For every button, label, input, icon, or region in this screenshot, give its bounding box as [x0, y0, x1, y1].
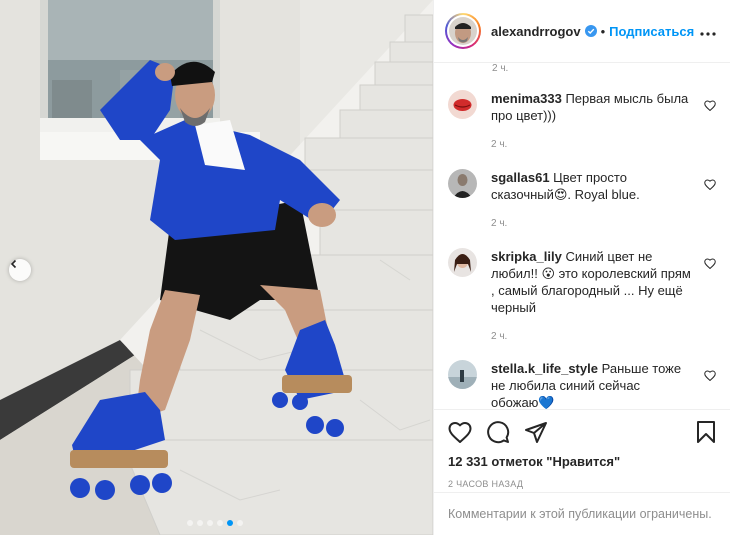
avatar[interactable] — [449, 17, 477, 45]
like-button[interactable] — [448, 421, 472, 443]
carousel-dot — [197, 520, 203, 526]
carousel-dot — [217, 520, 223, 526]
carousel-dot-active — [227, 520, 233, 526]
comment-avatar[interactable] — [448, 169, 477, 198]
comment-time: 2 ч. — [491, 218, 508, 229]
likes-count[interactable]: 12 331 отметок "Нравится" — [434, 454, 730, 469]
comment-username[interactable]: sgallas61 — [491, 170, 550, 185]
action-buttons — [434, 410, 730, 454]
comment-like-button[interactable] — [704, 178, 716, 193]
comment-time: 2 ч. — [491, 331, 508, 342]
carousel-dot — [207, 520, 213, 526]
comment-item: skripka_lily Синий цвет не любил!! 😮 это… — [448, 248, 716, 342]
story-ring[interactable] — [445, 13, 481, 49]
save-button[interactable] — [696, 420, 716, 444]
carousel-dot — [187, 520, 193, 526]
comment-like-button[interactable] — [704, 369, 716, 384]
comments-list[interactable]: 2 ч. menima333 Первая мысль была про цве… — [434, 63, 730, 409]
post-header: alexandrrogov • Подписаться — [434, 0, 730, 63]
instagram-post-modal: alexandrrogov • Подписаться 2 ч. menima3… — [0, 0, 730, 535]
comment-item: menima333 Первая мысль была про цвет))) … — [448, 90, 716, 150]
comment-like-button[interactable] — [704, 257, 716, 272]
comment-button[interactable] — [486, 420, 510, 444]
comments-limited-notice: Комментарии к этой публикации ограничены… — [434, 492, 730, 535]
comment-username[interactable]: skripka_lily — [491, 249, 562, 264]
photo-illustration — [0, 0, 433, 535]
comment-item: sgallas61 Цвет просто сказочный😍. Royal … — [448, 169, 716, 229]
post-timestamp: 2 часов назад — [448, 479, 524, 489]
heart-icon — [448, 421, 472, 443]
verified-badge-icon — [584, 25, 597, 37]
comment-avatar[interactable] — [448, 90, 477, 119]
comment-avatar[interactable] — [448, 248, 477, 277]
post-photo[interactable] — [0, 0, 433, 535]
comment-time: 2 ч. — [492, 63, 509, 74]
comment-username[interactable]: menima333 — [491, 91, 562, 106]
more-horizontal-icon — [700, 31, 716, 36]
follow-button[interactable]: Подписаться — [609, 24, 694, 39]
heart-icon — [704, 258, 716, 270]
more-options-button[interactable] — [700, 24, 716, 39]
comment-like-button[interactable] — [704, 99, 716, 114]
post-actions-section: 12 331 отметок "Нравится" 2 часов назад … — [434, 409, 730, 535]
heart-icon — [704, 370, 716, 382]
carousel-dot — [237, 520, 243, 526]
comment-avatar[interactable] — [448, 360, 477, 389]
post-username[interactable]: alexandrrogov — [491, 24, 581, 39]
heart-icon — [704, 179, 716, 191]
separator-dot: • — [600, 23, 606, 39]
comment-icon — [487, 421, 510, 444]
carousel-prev-button[interactable] — [9, 259, 31, 281]
comment-item: stella.k_life_style Раньше тоже не любил… — [448, 360, 716, 409]
bookmark-icon — [697, 421, 715, 443]
chevron-left-icon — [10, 259, 17, 269]
carousel-indicator — [187, 520, 243, 526]
comment-username[interactable]: stella.k_life_style — [491, 361, 598, 376]
comment-time: 2 ч. — [491, 139, 508, 150]
share-button[interactable] — [524, 420, 548, 444]
heart-icon — [704, 100, 716, 112]
post-side-panel: alexandrrogov • Подписаться 2 ч. menima3… — [433, 0, 730, 535]
share-icon — [525, 422, 547, 443]
